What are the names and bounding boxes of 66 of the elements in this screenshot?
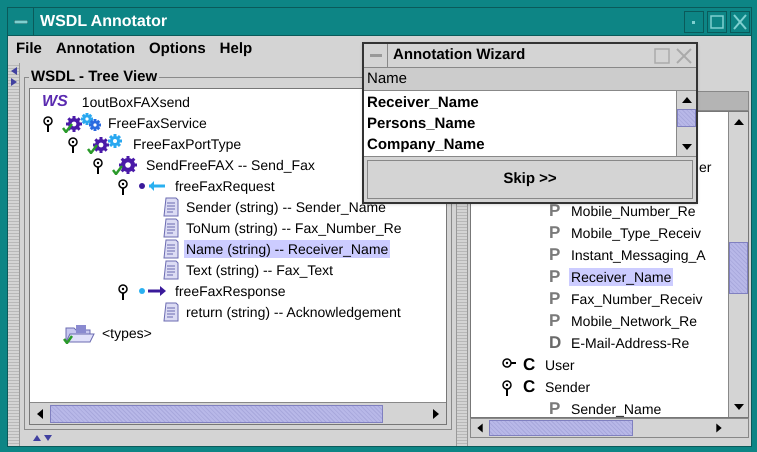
menu-item[interactable]: Options — [145, 38, 210, 61]
ws-logo: WS — [42, 92, 68, 110]
minimize-icon[interactable] — [684, 10, 704, 32]
list-item[interactable]: Persons_Name — [367, 113, 673, 134]
document-icon — [162, 302, 180, 322]
menu-item[interactable]: Annotation — [52, 38, 139, 61]
dialog-title: Annotation Wizard — [393, 45, 526, 66]
tree-node-label[interactable]: Sender (string) -- Sender_Name — [184, 198, 388, 216]
vertical-scrollbar[interactable] — [676, 91, 696, 156]
node-type-letter: P — [549, 312, 562, 330]
gear-icon — [112, 154, 140, 174]
list-item[interactable]: Company_Name — [367, 134, 673, 155]
scrollbar-thumb[interactable] — [729, 242, 748, 294]
menu-item[interactable]: File — [12, 38, 46, 61]
tree-node-label[interactable]: Name (string) -- Receiver_Name — [184, 240, 390, 258]
tree-node-label[interactable]: Receiver_Name — [569, 268, 674, 286]
node-type-letter: P — [549, 290, 562, 308]
node-type-letter: D — [549, 334, 562, 352]
node-type-letter: P — [549, 224, 562, 242]
node-type-letter: P — [549, 246, 562, 264]
close-icon[interactable] — [730, 10, 750, 32]
tree-node-label[interactable]: Mobile_Number_Re — [569, 202, 698, 220]
vertical-scrollbar[interactable] — [728, 112, 748, 417]
document-icon — [162, 238, 180, 258]
tree-node-label[interactable]: return (string) -- Acknowledgement — [184, 302, 403, 320]
splitter-arrows-icon[interactable] — [10, 66, 18, 88]
tree-node-label[interactable]: 1outBoxFAXsend — [80, 92, 192, 110]
column-header: Name — [364, 68, 696, 91]
gears-icon — [62, 112, 102, 132]
scrollbar-thumb[interactable] — [489, 420, 633, 436]
tree-node-label[interactable]: FreeFaxService — [106, 114, 209, 132]
node-type-letter: P — [549, 400, 562, 417]
scrollbar-thumb[interactable] — [50, 404, 383, 422]
tree-node-label[interactable]: freeFaxRequest — [173, 176, 277, 194]
tree-node-label[interactable]: freeFaxResponse — [173, 282, 288, 300]
horizontal-scrollbar[interactable] — [30, 402, 446, 424]
document-icon — [162, 260, 180, 280]
tree-node-label[interactable]: SendFreeFAX -- Send_Fax — [144, 156, 317, 174]
window-menu-icon[interactable] — [14, 20, 28, 24]
horizontal-scrollbar[interactable] — [470, 418, 749, 438]
tree-node-label[interactable]: ToNum (string) -- Fax_Number_Re — [184, 218, 404, 236]
maximize-icon[interactable] — [707, 10, 727, 32]
document-icon — [162, 218, 180, 238]
tree-node-label[interactable]: User — [543, 356, 577, 374]
tree-node-label[interactable]: Fax_Number_Receiv — [569, 290, 704, 308]
tree-node-label[interactable]: Mobile_Type_Receiv — [569, 224, 703, 242]
splitter-arrows-icon[interactable] — [32, 434, 54, 442]
node-type-letter: C — [523, 378, 536, 396]
tree-node-label[interactable]: er — [697, 158, 714, 176]
tree-node-label[interactable]: Sender_Name — [569, 400, 664, 417]
tree-node-label[interactable]: Text (string) -- Fax_Text — [184, 260, 336, 278]
list-item[interactable]: Receiver_Name — [367, 92, 673, 113]
menu-item[interactable]: Help — [216, 38, 256, 61]
document-icon — [162, 196, 180, 216]
scrollbar-thumb[interactable] — [677, 109, 696, 127]
tree-node-label[interactable]: <types> — [100, 324, 154, 342]
tree-node-label[interactable]: FreeFaxPortType — [131, 134, 244, 152]
tree-node-label[interactable]: Mobile_Network_Re — [569, 312, 700, 330]
tree-node-label[interactable]: Instant_Messaging_A — [569, 246, 708, 264]
node-type-letter: C — [523, 356, 536, 374]
skip-button[interactable]: Skip >> — [367, 160, 693, 199]
node-type-letter: P — [549, 202, 562, 220]
tree-node-label[interactable]: E-Mail-Address-Re — [569, 334, 692, 352]
window-title: WSDL Annotator — [40, 12, 168, 32]
tree-node-label[interactable]: Sender — [543, 378, 592, 396]
node-type-letter: P — [549, 268, 562, 286]
